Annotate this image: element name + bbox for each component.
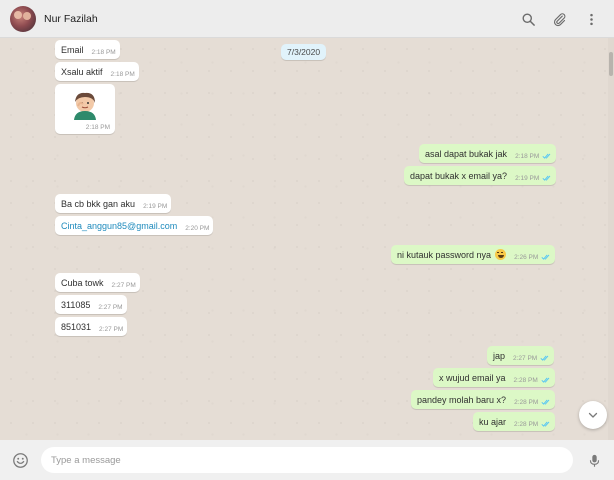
message-time: 2:27 PM (98, 303, 123, 311)
chat-header: Nur Fazilah (0, 0, 614, 38)
grinning-sweat-emoji-icon (495, 249, 507, 260)
message-text: 311085 (61, 299, 91, 310)
sticker-message[interactable]: 2:18 PM (55, 84, 115, 134)
message-time: 2:18 PM (515, 152, 540, 160)
message-bubble-incoming[interactable]: 311085 2:27 PM (55, 295, 127, 314)
mic-icon (589, 454, 599, 467)
message-bubble-incoming[interactable]: Cinta_anggun85@gmail.com 2:20 PM (55, 216, 214, 235)
chevron-down-icon (588, 412, 598, 418)
message-text: x wujud email ya (439, 372, 506, 383)
message-list[interactable]: 7/3/2020 Email 2:18 PM Xsalu aktif 2:18 … (0, 38, 614, 440)
emoji-button[interactable] (10, 450, 30, 470)
message-bubble-outgoing[interactable]: x wujud email ya 2:28 PM (433, 368, 555, 387)
message-time: 2:19 PM (515, 174, 540, 182)
scroll-to-bottom-button[interactable] (579, 401, 607, 429)
emoji-icon (12, 452, 28, 468)
message-time: 2:28 PM (514, 420, 539, 428)
message-bubble-outgoing[interactable]: pandey molah baru x? 2:28 PM (411, 390, 556, 409)
read-ticks-icon (541, 399, 551, 405)
message-time: 2:28 PM (513, 376, 538, 384)
attach-icon (553, 12, 565, 26)
message-bubble-outgoing[interactable]: ku ajar 2:28 PM (473, 412, 556, 431)
read-ticks-icon (541, 421, 551, 427)
read-ticks-icon (542, 175, 552, 181)
scrollbar-thumb[interactable] (609, 52, 613, 76)
sticker-image (74, 92, 96, 120)
message-bubble-incoming[interactable]: Cuba towk 2:27 PM (55, 273, 140, 292)
message-text: Xsalu aktif (61, 66, 103, 77)
message-bubble-incoming[interactable]: 851031 2:27 PM (55, 317, 128, 336)
read-ticks-icon (540, 355, 550, 361)
message-bubble-incoming[interactable]: Xsalu aktif 2:18 PM (55, 62, 139, 81)
message-bubble-incoming[interactable]: Ba cb bkk gan aku 2:19 PM (55, 194, 172, 213)
message-text: 851031 (61, 321, 92, 332)
message-time: 2:27 PM (513, 354, 538, 362)
message-time: 2:28 PM (514, 398, 539, 406)
message-bubble-incoming[interactable]: Email 2:18 PM (55, 40, 120, 59)
message-text: Cuba towk (61, 277, 104, 288)
message-time: 2:18 PM (110, 70, 135, 78)
message-time: 2:18 PM (91, 48, 116, 56)
read-ticks-icon (542, 153, 552, 159)
message-text: ku ajar (479, 416, 507, 427)
contact-name[interactable]: Nur Fazilah (44, 13, 98, 25)
message-time: 2:27 PM (99, 325, 124, 333)
message-text: Ba cb bkk gan aku (61, 198, 136, 209)
search-button[interactable] (518, 9, 538, 29)
message-text: ni kutauk password nya (397, 249, 492, 260)
message-bubble-outgoing[interactable]: asal dapat bukak jak 2:18 PM (419, 144, 557, 163)
attach-button[interactable] (549, 9, 569, 29)
menu-button[interactable] (581, 9, 601, 29)
message-input[interactable] (41, 447, 573, 473)
menu-icon (589, 13, 593, 25)
message-text: Email (61, 44, 84, 55)
read-ticks-icon (541, 254, 551, 260)
composer-bar (0, 440, 614, 480)
message-bubble-outgoing[interactable]: jap 2:27 PM (487, 346, 555, 365)
date-chip: 7/3/2020 (281, 44, 327, 60)
scrollbar[interactable] (608, 38, 614, 440)
message-text: dapat bukak x email ya? (410, 170, 508, 181)
voice-message-button[interactable] (584, 450, 604, 470)
search-icon (522, 13, 535, 26)
message-time: 2:26 PM (514, 253, 539, 261)
message-text: asal dapat bukak jak (425, 148, 508, 159)
message-text: pandey molah baru x? (417, 394, 507, 405)
message-time: 2:27 PM (111, 281, 136, 289)
message-time: 2:18 PM (85, 124, 110, 131)
contact-avatar[interactable] (10, 6, 36, 32)
message-time: 2:20 PM (185, 224, 210, 232)
read-ticks-icon (541, 377, 551, 383)
message-bubble-outgoing[interactable]: ni kutauk password nya 2:26 PM (391, 245, 556, 264)
message-text: jap (493, 350, 506, 361)
message-time: 2:19 PM (143, 202, 168, 210)
email-link[interactable]: Cinta_anggun85@gmail.com (61, 221, 177, 231)
message-bubble-outgoing[interactable]: dapat bukak x email ya? 2:19 PM (404, 166, 557, 185)
